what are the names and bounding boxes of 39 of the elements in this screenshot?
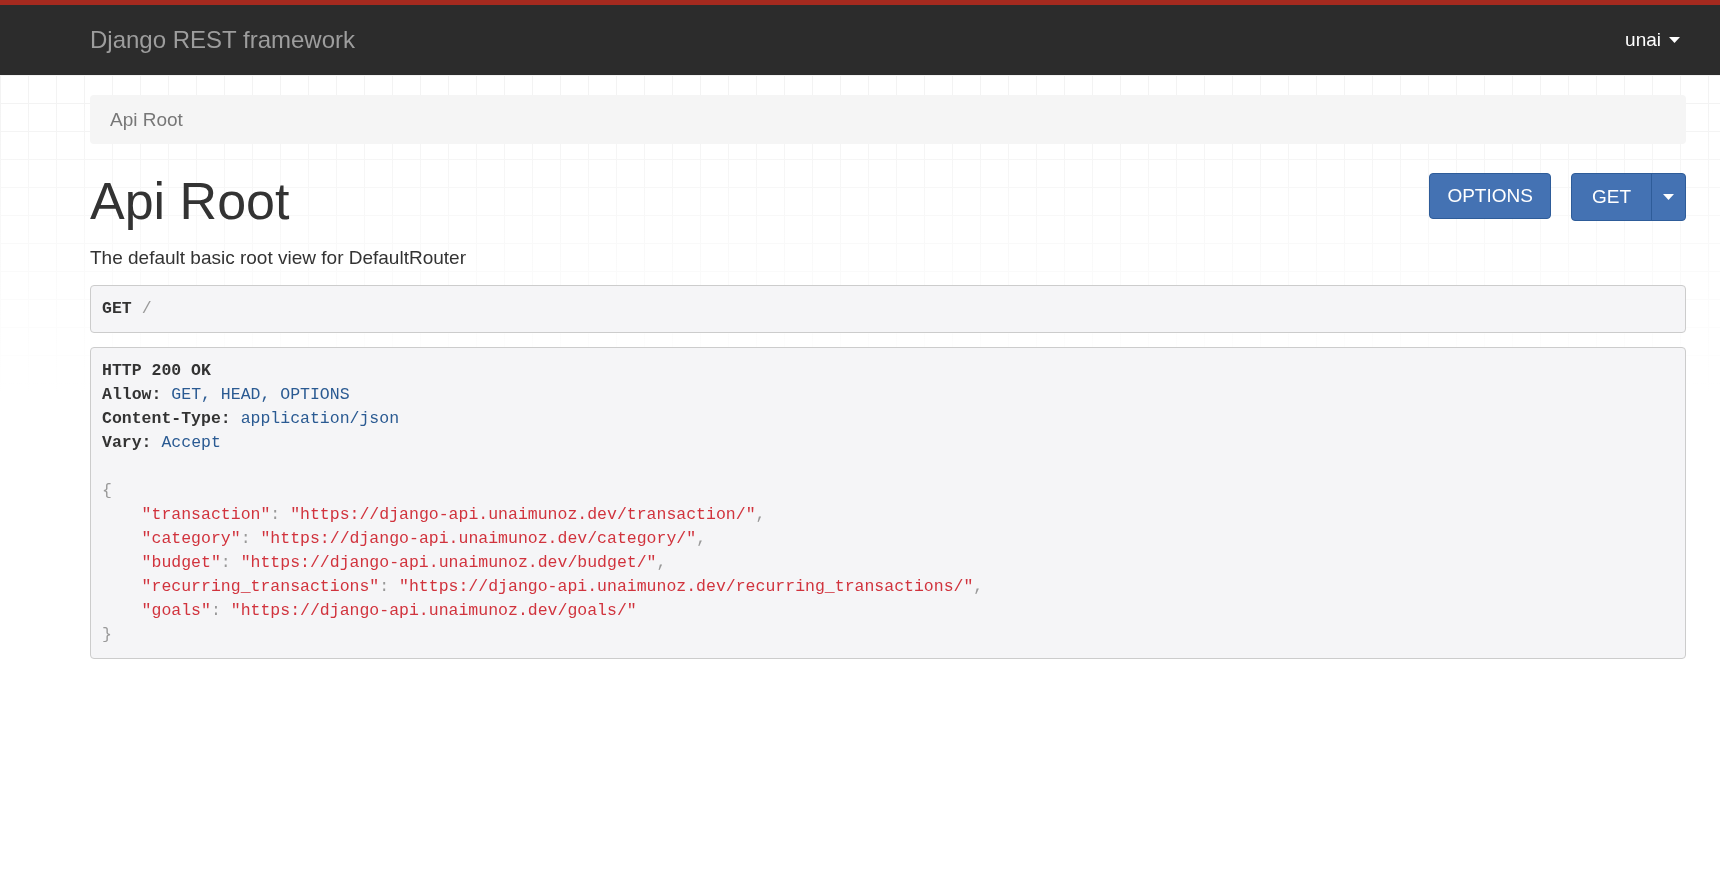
json-link[interactable]: "https://django-api.unaimunoz.dev/goals/" (230, 601, 637, 620)
json-colon: : (379, 577, 390, 596)
json-key: "goals" (141, 601, 211, 620)
request-path: / (141, 299, 152, 318)
header-name: Content-Type: (102, 409, 231, 428)
json-comma: , (755, 505, 766, 524)
request-method: GET (102, 299, 132, 318)
json-colon: : (270, 505, 281, 524)
json-link[interactable]: "https://django-api.unaimunoz.dev/recurring_transactions/" (399, 577, 974, 596)
json-brace: { (102, 481, 112, 500)
header-name: Allow: (102, 385, 162, 404)
status-line: HTTP 200 OK (102, 361, 211, 380)
header-name: Vary: (102, 433, 152, 452)
header-value: GET, HEAD, OPTIONS (171, 385, 350, 404)
caret-icon (1669, 37, 1680, 43)
json-brace: } (102, 625, 112, 644)
caret-icon (1663, 194, 1674, 200)
json-colon: : (220, 553, 231, 572)
header-value: application/json (240, 409, 400, 428)
json-link[interactable]: "https://django-api.unaimunoz.dev/budget/" (240, 553, 657, 572)
json-colon: : (240, 529, 251, 548)
get-split-button[interactable]: GET (1570, 173, 1686, 221)
json-link[interactable]: "https://django-api.unaimunoz.dev/transaction/" (290, 505, 756, 524)
brand-link[interactable]: Django REST framework (90, 26, 355, 54)
user-menu[interactable]: unai (1619, 28, 1686, 52)
json-comma: , (973, 577, 984, 596)
header-value: Accept (161, 433, 221, 452)
get-button[interactable]: GET (1571, 174, 1652, 220)
json-key: "transaction" (141, 505, 271, 524)
json-colon: : (210, 601, 221, 620)
json-key: "category" (141, 529, 241, 548)
description-text: The default basic root view for DefaultRouter (90, 247, 467, 269)
json-link[interactable]: "https://django-api.unaimunoz.dev/category/" (260, 529, 697, 548)
json-key: "budget" (141, 553, 221, 572)
json-comma: , (656, 553, 667, 572)
options-button[interactable]: OPTIONS (1429, 173, 1551, 219)
breadcrumb-item[interactable]: Api Root (110, 108, 183, 131)
json-key: "recurring_transactions" (141, 577, 380, 596)
json-comma: , (696, 529, 707, 548)
